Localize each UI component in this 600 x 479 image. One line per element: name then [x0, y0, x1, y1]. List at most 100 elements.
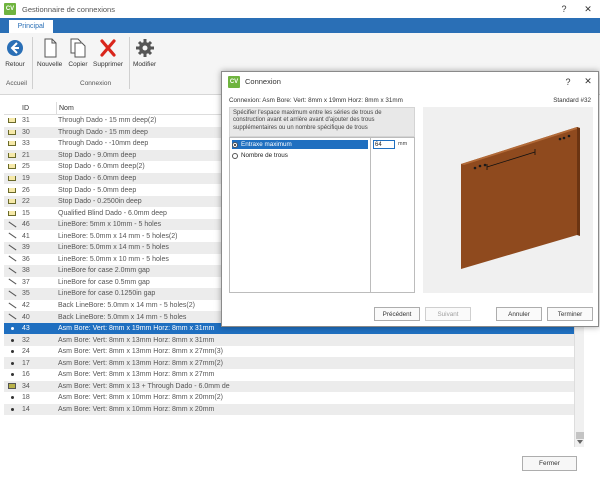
row-icon-cell [4, 118, 20, 124]
row-icon-cell [4, 396, 20, 400]
group-separator [32, 37, 33, 89]
dado-icon [8, 210, 16, 216]
row-nom: Asm Bore: Vert: 8mm x 10mm Horz: 8mm x 2… [58, 394, 223, 402]
terminer-button[interactable]: Terminer [547, 307, 593, 321]
option-nombre-de-trous[interactable]: Nombre de trous [232, 152, 288, 159]
row-nom: Asm Bore: Vert: 8mm x 10mm Horz: 8mm x 2… [58, 405, 215, 413]
linebore-icon [8, 245, 16, 251]
row-icon-cell [4, 279, 20, 285]
value-input[interactable]: 64 [373, 140, 395, 149]
option-label: Entraxe maximum [241, 141, 292, 148]
row-id: 38 [22, 267, 30, 275]
nouvelle-label: Nouvelle [37, 61, 63, 68]
row-icon-cell [4, 373, 20, 377]
row-icon-cell [4, 210, 20, 216]
row-id: 39 [22, 244, 30, 252]
row-icon-cell [4, 245, 20, 251]
option-label: Nombre de trous [241, 152, 288, 159]
bore-icon [10, 373, 14, 377]
row-icon-cell [4, 152, 20, 158]
row-id: 42 [22, 302, 30, 310]
description-box: Spécifier l'espace maximum entre les sér… [229, 107, 415, 137]
linebore-icon [8, 233, 16, 239]
group-label-accueil: Accueil [6, 80, 27, 87]
table-row[interactable]: 14 Asm Bore: Vert: 8mm x 10mm Horz: 8mm x… [4, 403, 574, 416]
row-icon-cell [4, 256, 20, 262]
scroll-down-icon[interactable] [577, 440, 583, 444]
row-icon-cell [4, 222, 20, 228]
row-nom: Asm Bore: Vert: 8mm x 13mm Horz: 8mm x 2… [58, 371, 215, 379]
unit-label: mm [398, 141, 408, 147]
row-nom: Asm Bore: Vert: 8mm x 13mm Horz: 8mm x 2… [58, 359, 223, 367]
annuler-button[interactable]: Annuler [496, 307, 542, 321]
linebore-icon [8, 314, 16, 320]
new-document-icon [44, 38, 57, 58]
bore-icon [10, 327, 14, 331]
suivant-button[interactable]: Suivant [425, 307, 471, 321]
row-icon-cell [4, 129, 20, 135]
row-icon-cell [4, 141, 20, 147]
row-icon-cell [4, 407, 20, 411]
fermer-button[interactable]: Fermer [522, 456, 577, 471]
dado-icon [8, 152, 16, 158]
dado-icon [8, 141, 16, 147]
linebore-icon [8, 222, 16, 228]
table-row[interactable]: 18 Asm Bore: Vert: 8mm x 10mm Horz: 8mm x… [4, 392, 574, 404]
modifier-button[interactable]: Modifier [133, 37, 156, 68]
table-row[interactable]: 16 Asm Bore: Vert: 8mm x 13mm Horz: 8mm x… [4, 369, 574, 381]
close-icon[interactable]: ✕ [576, 0, 600, 18]
modifier-label: Modifier [133, 61, 157, 68]
radio-unselected-icon[interactable] [232, 152, 238, 159]
row-id: 19 [22, 175, 30, 182]
row-id: 30 [22, 128, 30, 136]
row-id: 33 [22, 140, 30, 148]
radio-selected-icon[interactable] [232, 141, 238, 148]
preview-panel [423, 107, 593, 293]
options-panel: Entraxe maximum Nombre de trous 64 mm [229, 137, 415, 293]
dialog-close-icon[interactable]: ✕ [578, 72, 598, 91]
precedent-button[interactable]: Précédent [374, 307, 420, 321]
row-id: 24 [22, 348, 30, 356]
board-preview-image [461, 127, 580, 269]
row-icon-cell [4, 383, 20, 390]
table-row[interactable]: 34 Asm Bore: Vert: 8mm x 13 + Through Dad… [4, 380, 574, 393]
row-icon-cell [4, 327, 20, 331]
table-row[interactable]: 32 Asm Bore: Vert: 8mm x 13mm Horz: 8mm x… [4, 334, 574, 346]
row-id: 41 [22, 232, 30, 240]
row-icon-cell [4, 314, 20, 320]
row-icon-cell [4, 350, 20, 354]
row-icon-cell [4, 187, 20, 193]
table-row[interactable]: 17 Asm Bore: Vert: 8mm x 13mm Horz: 8mm x… [4, 357, 574, 370]
row-id: 32 [22, 336, 30, 344]
row-id: 17 [22, 359, 30, 367]
copier-button[interactable]: Copier [68, 37, 88, 68]
dado-icon [8, 118, 16, 124]
row-icon-cell [4, 233, 20, 239]
table-row[interactable]: 24 Asm Bore: Vert: 8mm x 13mm Horz: 8mm x… [4, 346, 574, 358]
row-icon-cell [4, 199, 20, 205]
bore-icon [10, 350, 14, 354]
scroll-thumb[interactable] [576, 432, 584, 439]
option-entraxe-maximum[interactable]: Entraxe maximum [232, 140, 368, 149]
dado-icon [8, 176, 16, 181]
retour-button[interactable]: Retour [5, 37, 25, 68]
header-id[interactable]: ID [20, 105, 56, 112]
linebore-icon [8, 279, 16, 285]
row-id: 26 [22, 186, 30, 194]
dialog-help-icon[interactable]: ? [558, 72, 578, 91]
row-id: 46 [22, 221, 30, 229]
supprimer-button[interactable]: Supprimer [93, 37, 123, 68]
copy-icon [70, 38, 86, 58]
tab-principal[interactable]: Principal [9, 20, 53, 33]
row-id: 14 [22, 405, 30, 413]
row-icon-cell [4, 338, 20, 342]
dialog-title: Connexion [245, 77, 281, 86]
app-logo-icon: CV [4, 3, 16, 15]
row-icon-cell [4, 361, 20, 365]
dialog-logo-icon: CV [228, 75, 240, 88]
help-icon[interactable]: ? [552, 0, 576, 18]
nouvelle-button[interactable]: Nouvelle [37, 37, 62, 68]
copier-label: Copier [68, 61, 88, 68]
row-icon-cell [4, 291, 20, 297]
dado-icon [8, 199, 16, 205]
